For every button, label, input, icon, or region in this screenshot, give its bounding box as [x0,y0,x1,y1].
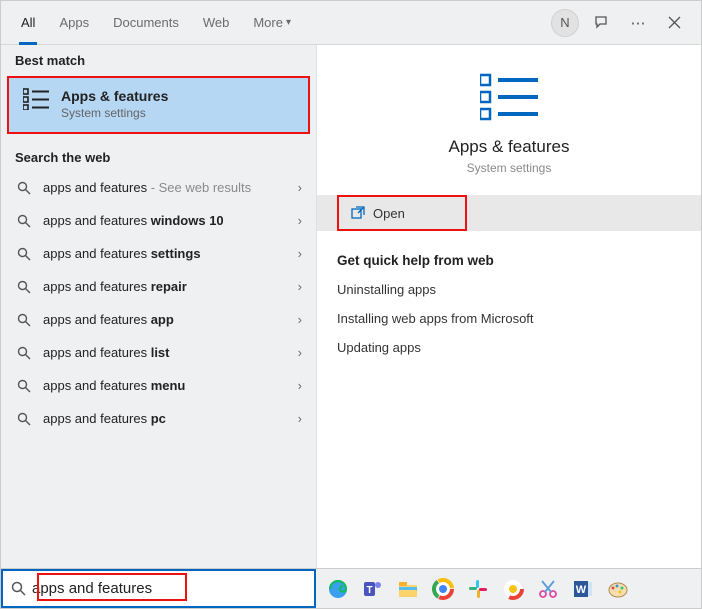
search-icon [15,181,33,195]
web-result[interactable]: apps and features settings› [1,237,316,270]
search-icon [15,412,33,426]
web-result[interactable]: apps and features - See web results› [1,171,316,204]
apps-features-icon [23,88,49,110]
more-options-icon[interactable]: ⋯ [625,10,651,36]
web-result-text: apps and features windows 10 [43,213,298,228]
chevron-right-icon: › [298,279,302,294]
chrome-icon[interactable] [429,575,456,602]
preview-subtitle: System settings [467,161,552,175]
feedback-icon[interactable] [589,10,615,36]
user-avatar[interactable]: N [551,9,579,37]
search-filter-tabs: All Apps Documents Web More ▾ N ⋯ [1,1,701,45]
web-result-text: apps and features - See web results [43,180,298,195]
svg-text:T: T [366,585,372,596]
open-icon [351,206,365,220]
slack-icon[interactable] [464,575,491,602]
quick-link[interactable]: Updating apps [337,340,681,355]
web-result[interactable]: apps and features app› [1,303,316,336]
web-result[interactable]: apps and features repair› [1,270,316,303]
tab-web[interactable]: Web [191,1,242,45]
tab-documents[interactable]: Documents [101,1,191,45]
web-result-text: apps and features app [43,312,298,327]
search-icon [15,346,33,360]
search-input[interactable] [32,580,306,597]
snipping-tool-icon[interactable] [534,575,561,602]
web-result[interactable]: apps and features menu› [1,369,316,402]
search-icon [15,247,33,261]
web-result[interactable]: apps and features windows 10› [1,204,316,237]
close-icon[interactable] [661,10,687,36]
chevron-right-icon: › [298,246,302,261]
section-web: Search the web [1,142,316,171]
open-button[interactable]: Open [337,195,467,231]
web-result-text: apps and features menu [43,378,298,393]
search-icon [15,379,33,393]
results-pane: Best match Apps & features System settin… [1,45,316,568]
search-box[interactable] [1,569,316,608]
search-icon [11,581,26,596]
paint-icon[interactable] [604,575,631,602]
quick-link[interactable]: Uninstalling apps [337,282,681,297]
tab-apps[interactable]: Apps [47,1,101,45]
open-label: Open [373,206,405,221]
section-best-match: Best match [1,45,316,74]
best-match-title: Apps & features [61,88,168,104]
quick-link[interactable]: Installing web apps from Microsoft [337,311,681,326]
chevron-right-icon: › [298,345,302,360]
quick-help-heading: Get quick help from web [337,253,681,268]
tab-all[interactable]: All [9,1,47,45]
search-icon [15,280,33,294]
search-icon [15,214,33,228]
best-match-result[interactable]: Apps & features System settings [7,76,310,134]
svg-text:W: W [575,584,586,596]
apps-features-large-icon [480,73,538,121]
file-explorer-icon[interactable] [394,575,421,602]
web-result-text: apps and features list [43,345,298,360]
chevron-right-icon: › [298,378,302,393]
web-result[interactable]: apps and features list› [1,336,316,369]
chevron-right-icon: › [298,180,302,195]
preview-pane: Apps & features System settings Open Get… [316,45,701,568]
chevron-right-icon: › [298,213,302,228]
web-result-text: apps and features settings [43,246,298,261]
chevron-right-icon: › [298,411,302,426]
chevron-right-icon: › [298,312,302,327]
edge-icon[interactable] [324,575,351,602]
best-match-subtitle: System settings [61,106,168,120]
tab-more-label: More [253,15,283,30]
chevron-down-icon: ▾ [286,17,291,28]
web-result[interactable]: apps and features pc› [1,402,316,435]
chrome-canary-icon[interactable] [499,575,526,602]
taskbar: T W [316,569,701,608]
tab-more[interactable]: More ▾ [241,1,303,45]
web-result-text: apps and features repair [43,279,298,294]
preview-title: Apps & features [449,137,570,157]
teams-icon[interactable]: T [359,575,386,602]
search-icon [15,313,33,327]
word-icon[interactable]: W [569,575,596,602]
web-result-text: apps and features pc [43,411,298,426]
